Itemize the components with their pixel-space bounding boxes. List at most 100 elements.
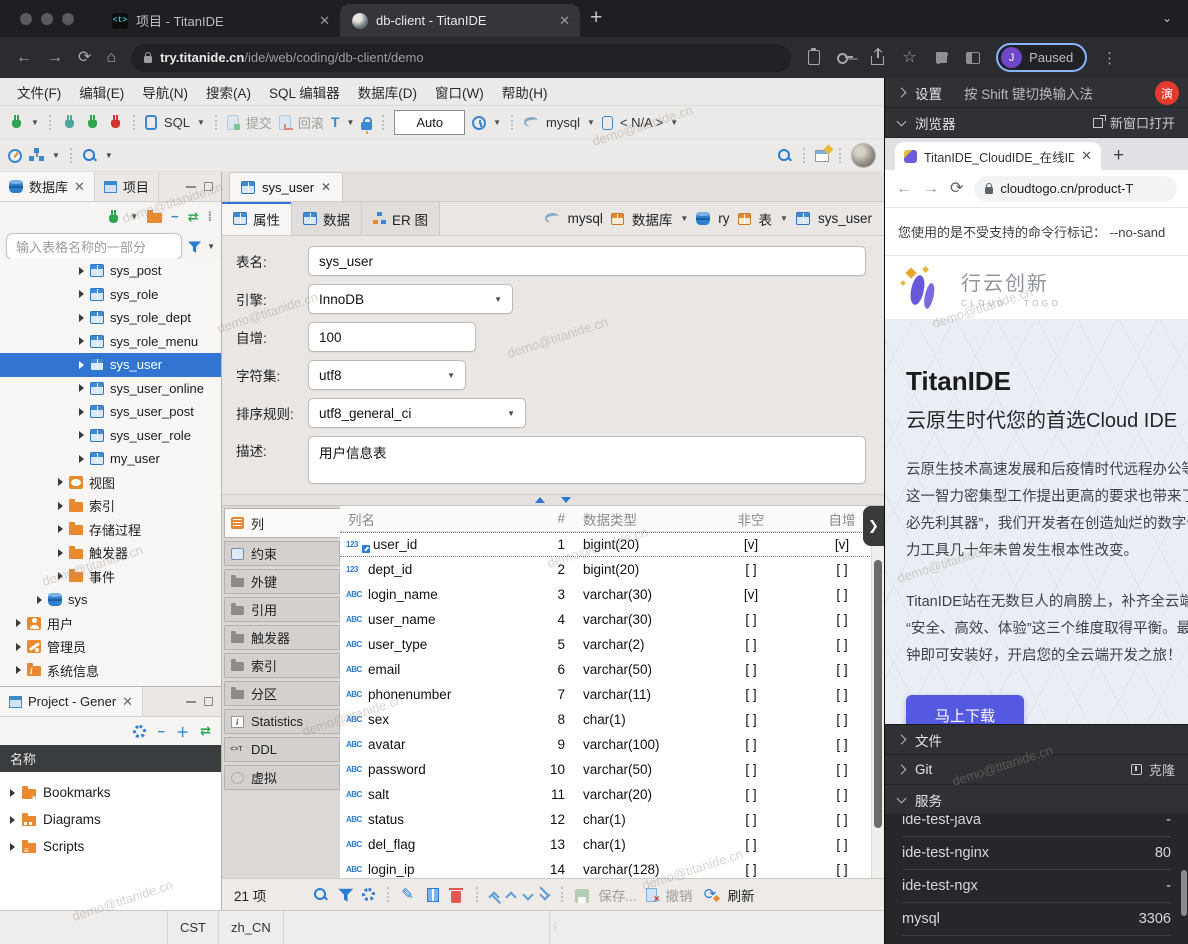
column-header[interactable]: 数据类型 bbox=[575, 509, 702, 529]
table-scrollbar[interactable] bbox=[871, 506, 884, 878]
connect-chevron-icon[interactable]: ▼ bbox=[31, 118, 39, 127]
column-notnull-cell[interactable]: [ ] bbox=[702, 687, 800, 702]
service-row[interactable]: ide-test-java- bbox=[902, 815, 1171, 837]
reload-icon[interactable]: ⟳ bbox=[78, 50, 91, 66]
status-grip-icon[interactable]: ⁞ bbox=[550, 922, 562, 933]
column-row[interactable]: 123user_id1bigint(20)[v][v] bbox=[340, 532, 884, 557]
column-notnull-cell[interactable]: [ ] bbox=[702, 562, 800, 577]
menu-item[interactable]: 编辑(E) bbox=[70, 78, 133, 106]
column-notnull-cell[interactable]: [ ] bbox=[702, 862, 800, 877]
tree-item[interactable]: sys_user bbox=[0, 353, 221, 377]
close-tab-icon[interactable]: ✕ bbox=[122, 694, 133, 710]
tree-item[interactable]: 用户 bbox=[0, 612, 221, 636]
column-row[interactable]: ABCpassword10varchar(50)[ ][ ] bbox=[340, 757, 884, 782]
rollback-label[interactable]: 回滚 bbox=[298, 113, 324, 132]
column-notnull-cell[interactable]: [ ] bbox=[702, 787, 800, 802]
side-tab[interactable]: 外键 bbox=[224, 569, 340, 594]
close-tab-icon[interactable]: ✕ bbox=[559, 13, 570, 29]
engine-chevron-icon[interactable]: ▼ bbox=[587, 118, 595, 127]
column-notnull-cell[interactable]: [v] bbox=[702, 587, 800, 602]
collapse-icon[interactable]: − bbox=[157, 724, 165, 739]
settings-gear-icon[interactable] bbox=[133, 725, 146, 738]
project-item[interactable]: Diagrams bbox=[0, 806, 221, 833]
column-row[interactable]: ABClogin_ip14varchar(128)[ ][ ] bbox=[340, 857, 884, 878]
reload-icon[interactable]: ⟳ bbox=[950, 181, 963, 197]
breadcrumb-chevron-icon[interactable]: ▼ bbox=[780, 214, 788, 223]
new-tab-button[interactable]: + bbox=[590, 6, 602, 30]
lock-mode-icon[interactable] bbox=[361, 122, 372, 130]
address-bar[interactable]: try.titanide.cn/ide/web/coding/db-client… bbox=[131, 44, 791, 72]
tree-item[interactable]: sys_user_role bbox=[0, 424, 221, 448]
menu-item[interactable]: 导航(N) bbox=[133, 78, 197, 106]
side-tab[interactable]: 分区 bbox=[224, 681, 340, 706]
subtab-data[interactable]: 数据 bbox=[292, 202, 362, 235]
tree-item[interactable]: 事件 bbox=[0, 565, 221, 589]
network-chevron-icon[interactable]: ▼ bbox=[52, 151, 60, 160]
files-section-row[interactable]: 文件 bbox=[885, 725, 1188, 755]
breadcrumb-engine[interactable]: mysql bbox=[568, 211, 603, 226]
column-row[interactable]: ABCavatar9varchar(100)[ ][ ] bbox=[340, 732, 884, 757]
forward-icon[interactable]: → bbox=[47, 50, 63, 66]
column-notnull-cell[interactable]: [ ] bbox=[702, 612, 800, 627]
filter-icon[interactable] bbox=[338, 888, 353, 903]
forward-icon[interactable]: → bbox=[923, 181, 939, 197]
tree-item[interactable]: 视图 bbox=[0, 471, 221, 495]
project-item[interactable]: Scripts bbox=[0, 833, 221, 860]
git-clone-button[interactable]: 克隆 bbox=[1131, 760, 1175, 779]
revert-icon[interactable] bbox=[646, 888, 657, 902]
splitter[interactable] bbox=[222, 494, 884, 506]
editor-tab-sys-user[interactable]: sys_user ✕ bbox=[229, 172, 343, 201]
tab-databases[interactable]: 数据库 ✕ bbox=[0, 172, 95, 201]
new-tab-button[interactable]: + bbox=[1113, 145, 1124, 167]
new-connection-chevron-icon[interactable]: ▼ bbox=[130, 212, 138, 221]
close-tab-icon[interactable]: ✕ bbox=[1081, 148, 1092, 164]
side-tab[interactable]: 列 bbox=[224, 508, 341, 538]
side-tab[interactable]: Statistics bbox=[224, 709, 340, 734]
dashboard-icon[interactable] bbox=[8, 149, 22, 163]
service-row[interactable]: mysql3306 bbox=[902, 903, 1171, 936]
engine-select[interactable]: mysql bbox=[546, 115, 580, 130]
close-tab-icon[interactable]: ✕ bbox=[319, 13, 330, 29]
schema-chevron-icon[interactable]: ▼ bbox=[670, 118, 678, 127]
columns-config-icon[interactable] bbox=[427, 888, 439, 902]
column-row[interactable]: 123dept_id2bigint(20)[ ][ ] bbox=[340, 557, 884, 582]
description-textarea[interactable]: 用户信息表 bbox=[308, 436, 866, 484]
column-row[interactable]: ABCdel_flag13char(1)[ ][ ] bbox=[340, 832, 884, 857]
schema-select[interactable]: < N/A > bbox=[620, 115, 663, 130]
new-window-icon[interactable] bbox=[815, 150, 829, 162]
tree-item[interactable]: sys_user_post bbox=[0, 400, 221, 424]
column-header[interactable]: 列名 bbox=[340, 509, 475, 529]
menu-item[interactable]: 帮助(H) bbox=[493, 78, 557, 106]
tab-projects[interactable]: 项目 bbox=[95, 172, 159, 201]
maximize-window-button[interactable] bbox=[62, 13, 74, 25]
collation-select[interactable]: utf8_general_ci▼ bbox=[308, 398, 526, 428]
git-section-row[interactable]: Git 克隆 bbox=[885, 755, 1188, 785]
go-previous-icon[interactable] bbox=[506, 891, 517, 902]
minimize-panel-icon[interactable] bbox=[186, 700, 196, 703]
tree-item[interactable]: 系统信息 bbox=[0, 659, 221, 683]
minimize-panel-icon[interactable] bbox=[186, 185, 196, 188]
column-notnull-cell[interactable]: [ ] bbox=[702, 837, 800, 852]
column-notnull-cell[interactable]: [ ] bbox=[702, 637, 800, 652]
sql-chevron-icon[interactable]: ▼ bbox=[197, 118, 205, 127]
auto-commit-select[interactable]: Auto bbox=[394, 110, 465, 135]
menu-item[interactable]: 文件(F) bbox=[8, 78, 70, 106]
new-folder-icon[interactable] bbox=[147, 213, 162, 223]
menu-item[interactable]: SQL 编辑器 bbox=[260, 78, 349, 106]
scrollbar-thumb[interactable] bbox=[874, 560, 882, 828]
settings-gear-icon[interactable] bbox=[362, 888, 375, 901]
tree-item[interactable]: 管理员 bbox=[0, 635, 221, 659]
column-row[interactable]: ABCphonenumber7varchar(11)[ ][ ] bbox=[340, 682, 884, 707]
tree-item[interactable]: 存储过程 bbox=[0, 518, 221, 542]
subtab-properties[interactable]: 属性 bbox=[222, 202, 292, 235]
filter-icon[interactable] bbox=[188, 241, 201, 254]
embedded-browser-tab[interactable]: TitanIDE_CloudIDE_在线IDE_ ✕ bbox=[895, 142, 1101, 170]
sql-editor-label[interactable]: SQL bbox=[164, 115, 190, 130]
more-options-icon[interactable]: ⁞ bbox=[208, 209, 212, 224]
breadcrumb-table-name[interactable]: sys_user bbox=[818, 211, 872, 226]
user-avatar[interactable] bbox=[851, 143, 876, 168]
collapse-down-icon[interactable] bbox=[561, 497, 571, 503]
search-icon[interactable] bbox=[312, 886, 329, 903]
breadcrumb-db-label[interactable]: 数据库 bbox=[632, 209, 673, 229]
save-icon[interactable] bbox=[575, 889, 589, 903]
